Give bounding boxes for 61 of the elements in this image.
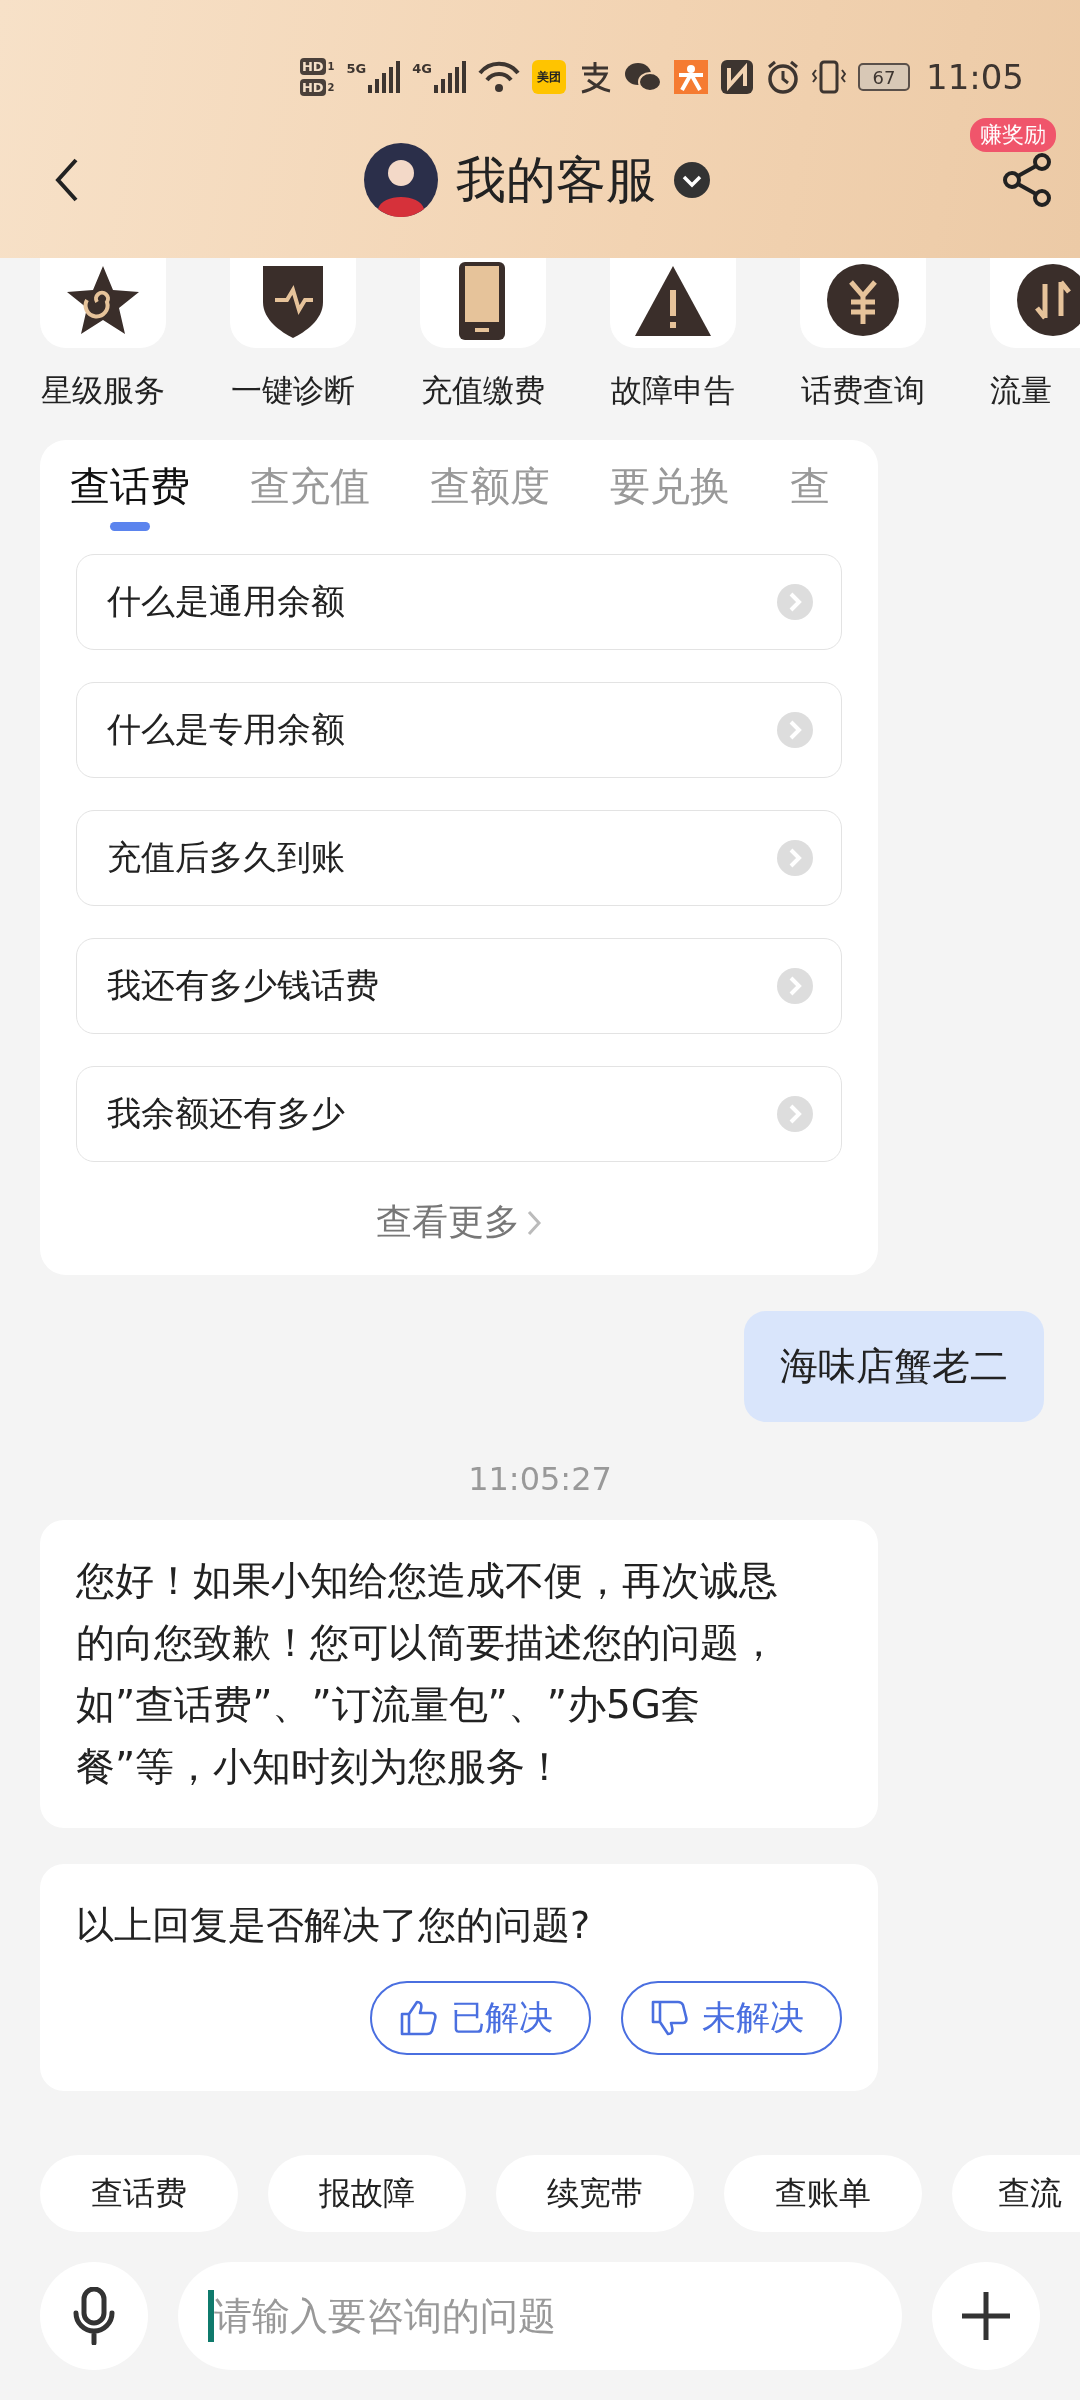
chevron-icon — [777, 584, 813, 620]
shortcut-tile[interactable] — [40, 258, 166, 348]
shortcut-label: 充值缴费 — [420, 371, 546, 410]
shortcut-label: 话费查询 — [800, 371, 926, 410]
reward-badge: 赚奖励 — [970, 118, 1056, 152]
shortcut-label: 故障申告 — [610, 371, 736, 410]
bot-message: 您好！如果小知给您造成不便，再次诚恳的向您致歉！您可以简要描述您的问题，如”查话费”、”订流量包”、”办5G套餐”等，小知时刻为您服务！ — [40, 1520, 878, 1828]
question-input-field[interactable]: 请输入要咨询的问题 — [178, 2262, 902, 2370]
shortcut-label: 星级服务 — [40, 371, 166, 410]
app-notification-icon: 美团 — [532, 60, 566, 94]
category-tab[interactable]: 查话费 — [70, 464, 190, 538]
chevron-icon — [526, 1208, 542, 1237]
see-more-link[interactable]: 查看更多 — [376, 1198, 520, 1247]
chevron-icon — [777, 968, 813, 1004]
user-message: 海味店蟹老二 — [744, 1311, 1044, 1422]
shortcut-tile[interactable] — [800, 258, 926, 348]
sim-slot-label: 1 — [327, 61, 335, 72]
chevron-icon — [777, 712, 813, 748]
thumbs-down-icon — [651, 2000, 688, 2036]
resolved-button[interactable]: 已解决 — [370, 1981, 591, 2055]
vibrate-icon — [812, 60, 846, 94]
chevron-icon — [777, 840, 813, 876]
thumbs-up-icon — [400, 2000, 437, 2036]
page-title: 我的客服 — [456, 149, 656, 211]
hd-label: HD — [299, 58, 326, 75]
question-item[interactable]: 什么是通用余额 — [76, 554, 842, 650]
dropdown-icon[interactable] — [674, 162, 710, 198]
chevron-icon — [777, 1096, 813, 1132]
alarm-icon — [766, 60, 800, 94]
network-label: 5G — [346, 61, 367, 76]
shortcut-label: 流量 — [989, 371, 1053, 410]
quick-reply-chip[interactable]: 查账单 — [724, 2155, 922, 2232]
question-item[interactable]: 我还有多少钱话费 — [76, 938, 842, 1034]
quick-reply-chip[interactable]: 续宽带 — [496, 2155, 694, 2232]
share-icon[interactable] — [1002, 152, 1052, 208]
avatar-icon — [364, 143, 438, 217]
shortcut-label: 一键诊断 — [230, 371, 356, 410]
question-item[interactable]: 我余额还有多少 — [76, 1066, 842, 1162]
unresolved-button[interactable]: 未解决 — [621, 1981, 842, 2055]
question-item[interactable]: 什么是专用余额 — [76, 682, 842, 778]
shortcut-tile[interactable] — [990, 258, 1080, 348]
shortcut-tile[interactable] — [610, 258, 736, 348]
feedback-question: 以上回复是否解决了您的问题? — [76, 1902, 592, 1949]
clock-time: 11:05 — [926, 57, 1024, 97]
shortcut-tile[interactable] — [420, 258, 546, 348]
question-item[interactable]: 充值后多久到账 — [76, 810, 842, 906]
sim-slot-label: 2 — [327, 82, 335, 93]
quick-reply-chip[interactable]: 报故障 — [268, 2155, 466, 2232]
hd-label: HD — [299, 79, 326, 96]
wifi-icon — [478, 61, 520, 93]
shortcut-tile[interactable] — [230, 258, 356, 348]
quick-reply-chip[interactable]: 查流 — [952, 2155, 1080, 2232]
network-label: 4G — [412, 61, 432, 76]
nfc-icon — [720, 59, 754, 95]
signal-icon — [432, 61, 466, 93]
plus-icon — [960, 2290, 1012, 2342]
timestamp: 11:05:27 — [468, 1460, 612, 1498]
battery-icon: 67 — [858, 63, 910, 91]
quick-reply-chip[interactable]: 查话费 — [40, 2155, 238, 2232]
person-app-icon — [674, 60, 708, 94]
signal-icon — [366, 61, 401, 93]
